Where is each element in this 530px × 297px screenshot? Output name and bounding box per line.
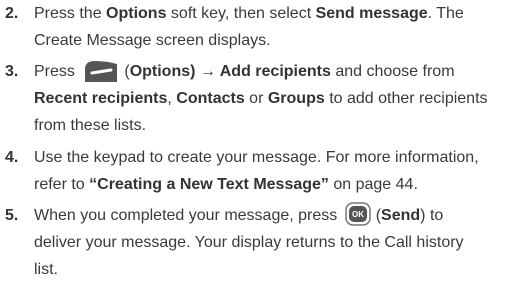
text: to add other recipients <box>324 90 488 107</box>
cross-reference: “Creating a New Text Message” <box>89 176 329 193</box>
step-line: When you completed your message, press O… <box>34 202 443 229</box>
text: from these lists. <box>34 117 147 134</box>
step-number: 5. <box>5 207 19 224</box>
step-line: Recent recipients, Contacts or Groups to… <box>34 85 488 112</box>
bold-term: Options <box>129 63 191 80</box>
text: Use the keypad to create your message. F… <box>34 149 479 166</box>
bold-term: Contacts <box>176 90 245 107</box>
text: When you completed your message, press <box>34 207 338 224</box>
bold-term: Recent recipients <box>34 90 168 107</box>
text: . The <box>427 5 464 22</box>
bold-term: Add recipients <box>219 63 331 80</box>
step-line: Press (Options) → Add recipients and cho… <box>34 58 455 85</box>
text: soft key, then select <box>166 5 316 22</box>
text: deliver your message. Your display retur… <box>34 234 464 251</box>
step-line: from these lists. <box>34 112 146 139</box>
arrow-text: ) → <box>190 63 220 80</box>
text: refer to <box>34 176 90 193</box>
step-line: deliver your message. Your display retur… <box>34 229 464 256</box>
text: Create Message screen displays. <box>34 32 271 49</box>
step-number: 3. <box>5 63 19 80</box>
text: , <box>167 90 177 107</box>
bold-term: Send <box>381 207 421 224</box>
step-line: Use the keypad to create your message. F… <box>34 144 479 171</box>
step-line: refer to “Creating a New Text Message” o… <box>34 171 418 198</box>
text: ) to <box>420 207 444 224</box>
text: Press <box>34 63 75 80</box>
bold-term: Send message <box>315 5 428 22</box>
ok-key-icon: OK <box>344 202 371 226</box>
bold-term: Groups <box>267 90 325 107</box>
text: Press the <box>34 5 107 22</box>
text: and choose from <box>330 63 455 80</box>
manual-page: 2. Press the Options soft key, then sele… <box>0 0 530 297</box>
step-line: list. <box>34 256 58 283</box>
text: or <box>244 90 268 107</box>
left-soft-key-icon <box>85 61 118 83</box>
text: list. <box>34 261 58 278</box>
step-number: 2. <box>5 5 19 22</box>
ok-key-label: OK <box>352 210 364 219</box>
bold-term: Options <box>106 5 167 22</box>
step-number: 4. <box>5 149 19 166</box>
step-line: Create Message screen displays. <box>34 27 271 54</box>
text: on page 44. <box>328 176 418 193</box>
step-line: Press the Options soft key, then select … <box>34 0 464 27</box>
